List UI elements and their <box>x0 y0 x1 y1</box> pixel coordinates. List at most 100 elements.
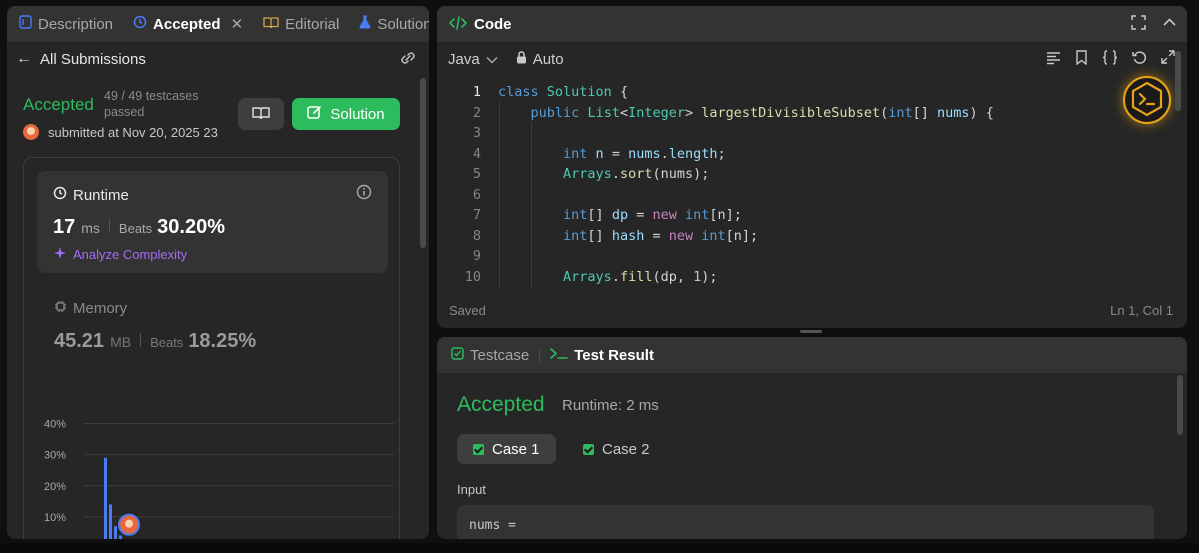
punct: [n]; <box>725 227 759 244</box>
submissions-header: ← All Submissions <box>7 42 429 76</box>
punct: = <box>644 227 669 244</box>
tab-testcase[interactable]: Testcase <box>451 347 529 364</box>
runtime-value: 17 <box>53 216 76 238</box>
keyword: int <box>888 104 913 121</box>
bookmark-icon[interactable] <box>1075 50 1088 68</box>
line-number: 7 <box>472 207 481 223</box>
punct <box>677 207 685 223</box>
punct: ) { <box>969 104 994 121</box>
terminal-icon <box>1129 81 1165 120</box>
code-panel: Code Java Auto 1 2 3 4 5 6 7 8 9 10 clas… <box>437 6 1187 328</box>
distribution-bar[interactable] <box>104 457 107 539</box>
tab-description[interactable]: Description <box>19 15 113 33</box>
input-label: Input <box>457 482 486 497</box>
punct: (dp, <box>652 268 694 285</box>
language-select[interactable]: Java <box>448 51 498 68</box>
ai-assistant-button[interactable] <box>1123 76 1171 124</box>
memory-label: Memory <box>73 300 128 317</box>
divider <box>108 219 110 233</box>
method-name: sort <box>619 166 653 182</box>
punct: > <box>685 104 702 121</box>
punct: . <box>611 268 620 285</box>
distribution-chart[interactable]: 40% 30% 20% 10% <box>34 388 394 539</box>
line-number: 4 <box>472 145 481 162</box>
var: n <box>587 145 604 162</box>
tab-testcase-label: Testcase <box>470 346 530 364</box>
case-1-label: Case 1 <box>492 440 540 458</box>
code-title: Code <box>474 15 512 33</box>
braces-icon[interactable] <box>1102 50 1118 68</box>
fullscreen-icon[interactable] <box>1131 15 1146 33</box>
punct: . <box>611 166 620 182</box>
tab-test-result[interactable]: Test Result <box>550 347 654 364</box>
avatar <box>23 124 39 140</box>
sparkle-icon <box>53 246 67 263</box>
keyword: int <box>701 227 726 244</box>
memory-value: 45.21 <box>54 330 105 352</box>
case-1-tab[interactable]: Case 1 <box>457 434 556 464</box>
scrollbar[interactable] <box>1177 375 1183 435</box>
auto-label: Auto <box>532 50 564 68</box>
solution-button[interactable]: Solution <box>292 98 400 130</box>
tab-accepted[interactable]: Accepted ✕ <box>133 15 243 33</box>
code-editor[interactable]: 1 2 3 4 5 6 7 8 9 10 class Solution { public List… <box>437 82 1187 288</box>
all-submissions-link[interactable]: All Submissions <box>40 51 146 68</box>
type: Integer <box>628 104 685 121</box>
keyword: int <box>563 227 588 244</box>
memory-heading[interactable]: Memory <box>54 300 127 317</box>
accepted-status: Accepted <box>23 95 94 114</box>
checkbox-icon <box>451 346 464 364</box>
analyze-complexity-label: Analyze Complexity <box>73 247 188 262</box>
back-arrow-icon[interactable]: ← <box>16 50 32 68</box>
chevron-down-icon <box>486 51 498 68</box>
class-name: Solution <box>546 84 612 100</box>
resize-handle[interactable] <box>800 330 822 333</box>
edit-icon <box>307 105 322 124</box>
y-tick-label: 30% <box>44 450 66 462</box>
auto-mode-toggle[interactable]: Auto <box>516 51 564 68</box>
chevron-up-icon[interactable] <box>1162 15 1177 33</box>
distribution-bar[interactable] <box>114 526 117 539</box>
submission-panel: Description Accepted ✕ Editorial Solutio… <box>7 6 429 539</box>
format-lines-icon[interactable] <box>1046 50 1061 68</box>
tab-solutions-label: Solutions <box>377 15 429 33</box>
info-icon[interactable] <box>356 184 372 203</box>
solution-button-label: Solution <box>330 105 385 123</box>
reset-icon[interactable] <box>1132 50 1147 68</box>
runtime-box[interactable]: Runtime 17 ms Beats 30.20% Analyze Compl… <box>37 171 388 273</box>
distribution-bar[interactable] <box>119 535 122 539</box>
book-icon <box>263 16 279 33</box>
description-icon <box>19 15 32 33</box>
method-name: fill <box>619 268 653 285</box>
runtime-beats-label: Beats <box>118 221 153 236</box>
code-icon <box>449 15 467 33</box>
y-tick-label: 20% <box>44 481 66 493</box>
indent-guide <box>499 102 500 288</box>
editorial-button[interactable] <box>238 98 284 130</box>
code-header: Code <box>437 6 1187 42</box>
tab-editorial[interactable]: Editorial <box>263 16 339 33</box>
language-value: Java <box>448 50 480 68</box>
editor-actions <box>1046 50 1175 68</box>
expand-icon[interactable] <box>1161 50 1175 68</box>
punct: . <box>660 145 669 162</box>
close-icon[interactable]: ✕ <box>231 15 244 33</box>
distribution-bar[interactable] <box>109 504 112 539</box>
runtime-beats-value: 30.20% <box>157 216 226 238</box>
result-status: Accepted <box>457 393 545 416</box>
analyze-complexity-link[interactable]: Analyze Complexity <box>53 246 187 263</box>
tab-test-result-label: Test Result <box>574 346 654 364</box>
tab-solutions[interactable]: Solutions <box>359 15 429 33</box>
punct: [n]; <box>709 207 742 223</box>
prop: length <box>668 145 718 162</box>
scrollbar[interactable] <box>1175 51 1181 111</box>
line-number: 1 <box>472 84 481 100</box>
line-number: 10 <box>464 268 481 285</box>
test-result-panel: Testcase Test Result Accepted Runtime: 2… <box>437 337 1187 539</box>
case-2-tab[interactable]: Case 2 <box>567 434 666 464</box>
scrollbar[interactable] <box>420 78 426 248</box>
share-link-icon[interactable] <box>399 51 417 68</box>
memory-unit: MB <box>110 334 132 350</box>
user-position-marker[interactable] <box>118 513 140 536</box>
performance-card: Runtime 17 ms Beats 30.20% Analyze Compl… <box>23 157 400 539</box>
